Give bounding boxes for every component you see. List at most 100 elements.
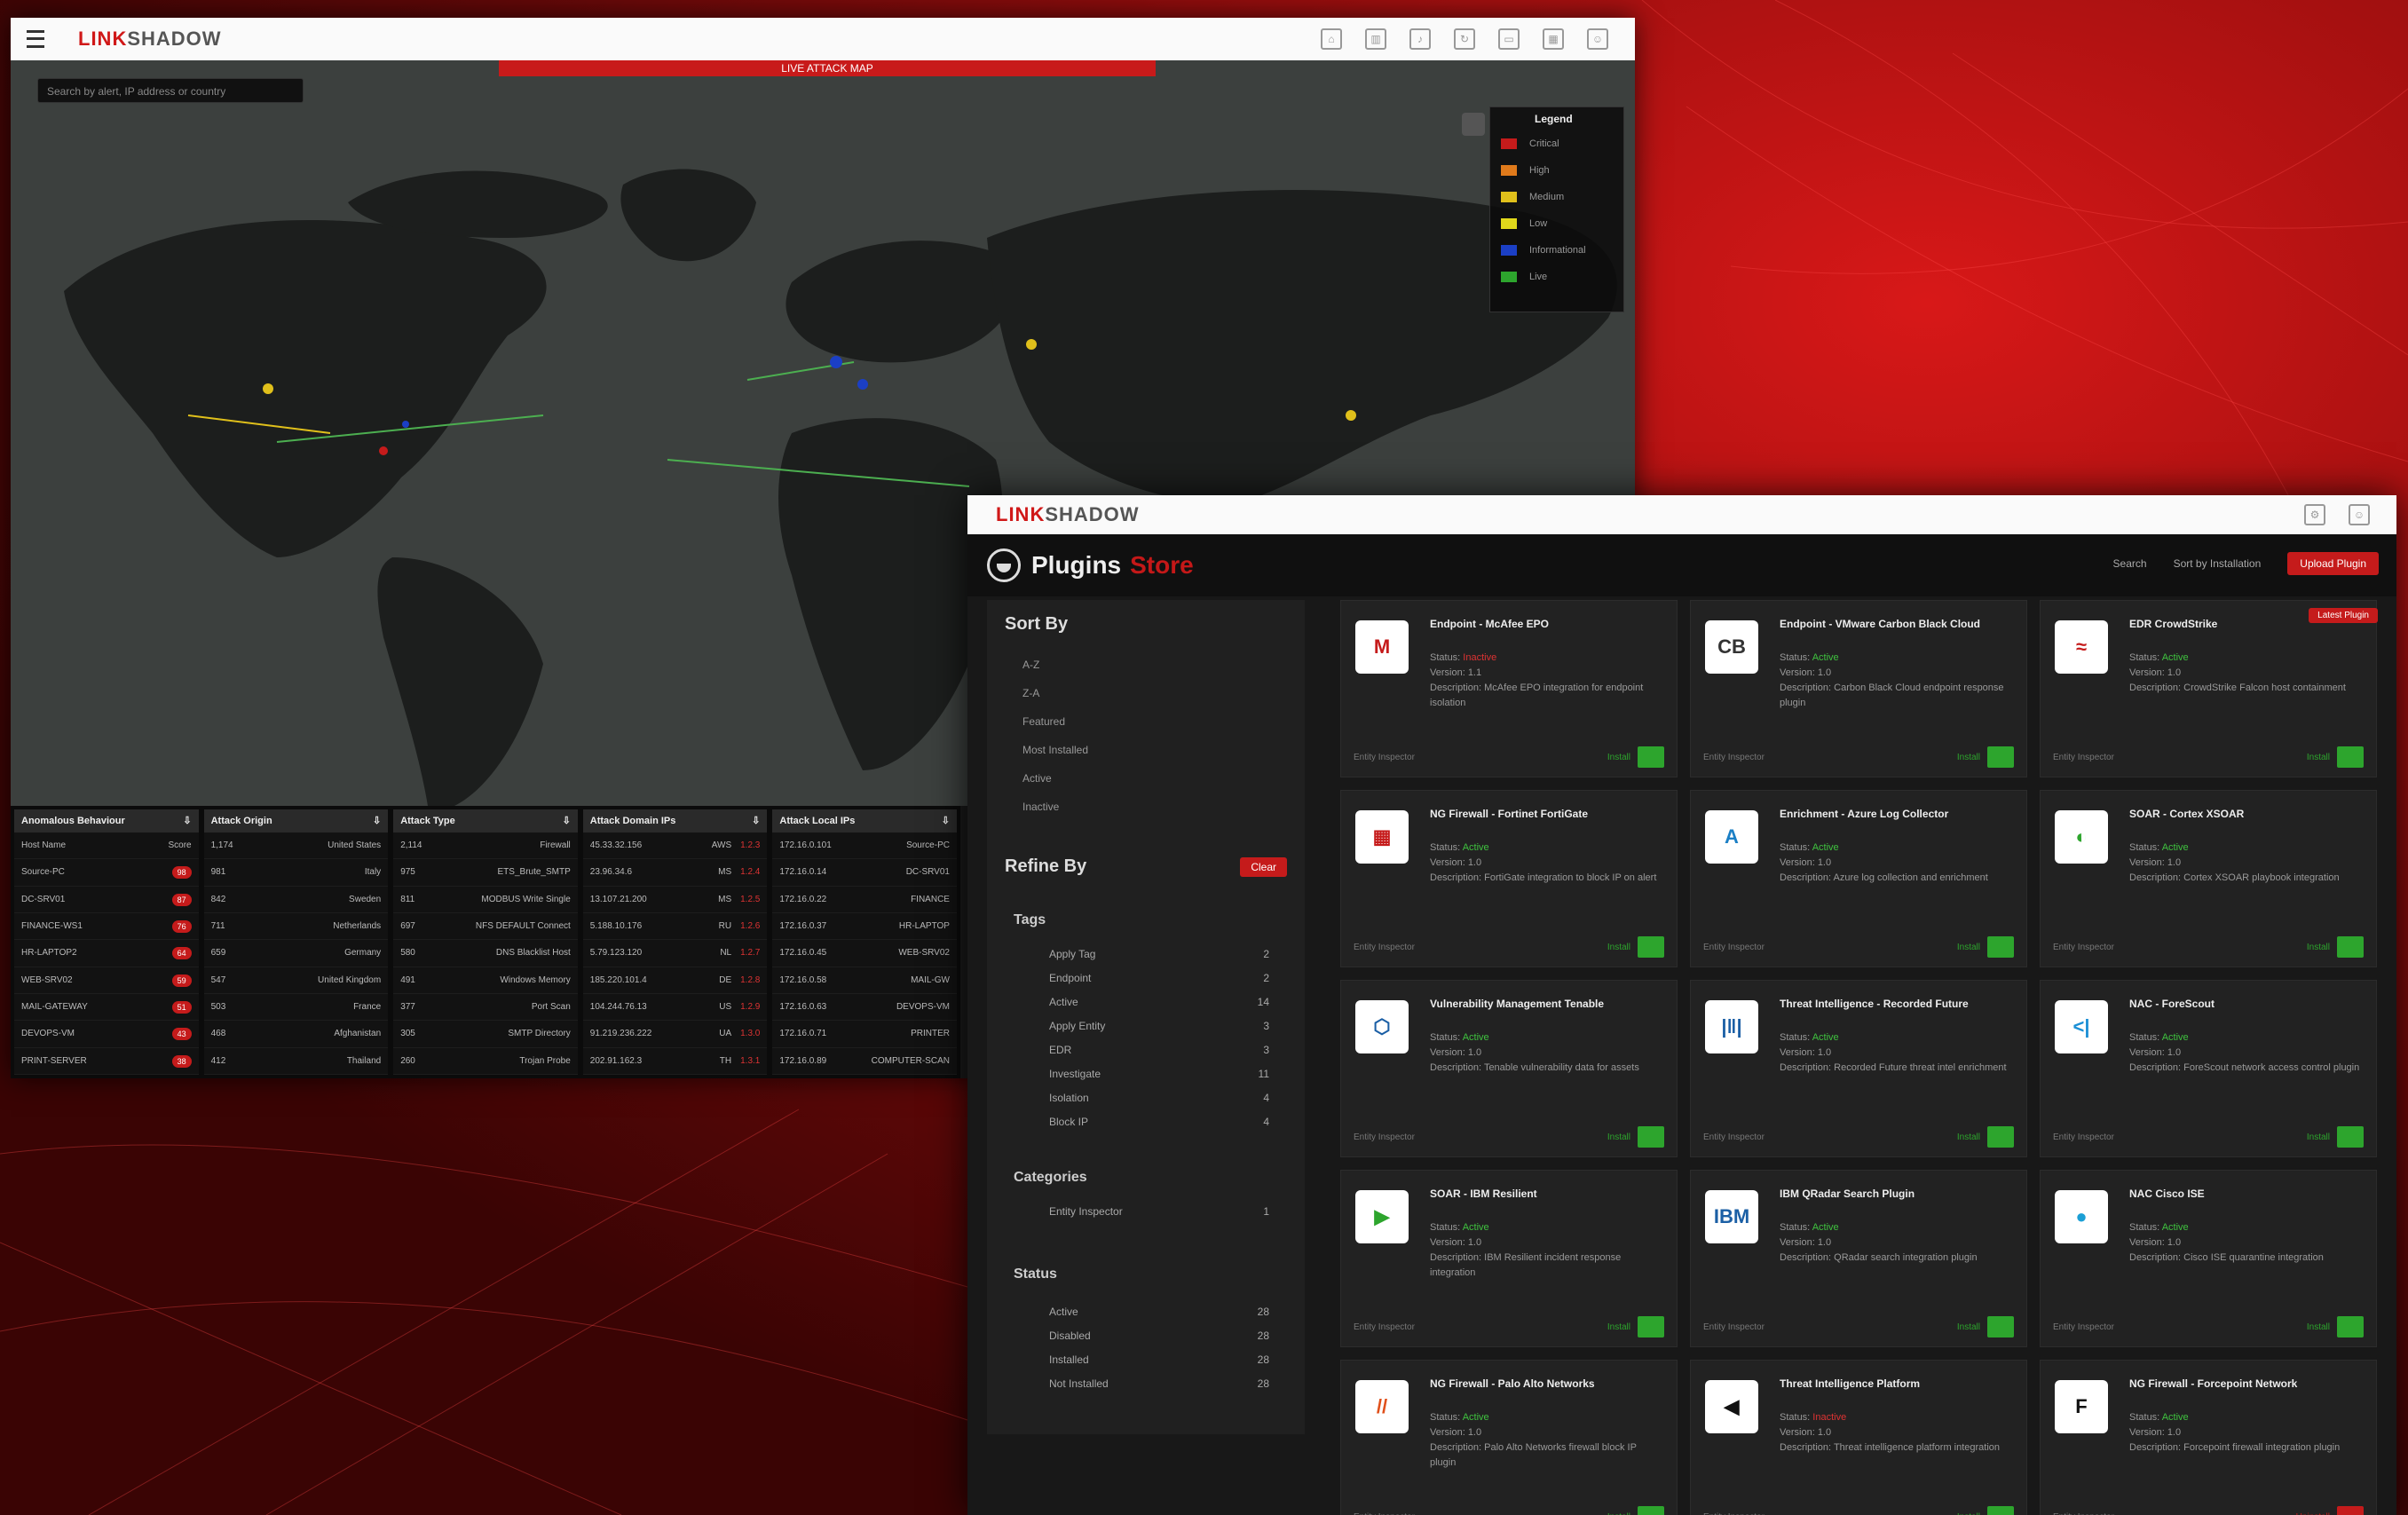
tag-filter[interactable]: Isolation 4 <box>987 1086 1305 1110</box>
table-row[interactable]: 659 Germany <box>203 940 389 967</box>
menu-icon[interactable] <box>27 30 44 48</box>
install-button[interactable] <box>1638 746 1664 768</box>
install-button[interactable] <box>1638 936 1664 958</box>
clear-filters-button[interactable]: Clear <box>1240 856 1287 877</box>
tag-filter[interactable]: Apply Entity 3 <box>987 1014 1305 1038</box>
plugin-card[interactable]: IBM IBM QRadar Search Plugin Status: Activ… <box>1690 1170 2027 1347</box>
status-filter[interactable]: Not Installed 28 <box>987 1372 1305 1396</box>
table-row[interactable]: 23.96.34.6 MS 1.2.4 <box>582 859 768 887</box>
status-filter[interactable]: Active 28 <box>987 1300 1305 1324</box>
table-row[interactable]: 842 Sweden <box>203 887 389 913</box>
install-button[interactable] <box>2337 1126 2364 1148</box>
table-row[interactable]: 491 Windows Memory <box>393 967 578 994</box>
table-row[interactable]: 202.91.162.3 TH 1.3.1 <box>582 1048 768 1075</box>
table-row[interactable]: 503 France <box>203 994 389 1022</box>
legend-item[interactable]: Live <box>1490 264 1623 290</box>
table-row[interactable]: 104.244.76.13 US 1.2.9 <box>582 994 768 1022</box>
tag-filter[interactable]: Endpoint 2 <box>987 967 1305 990</box>
install-button[interactable] <box>2337 1316 2364 1337</box>
table-row[interactable]: 377 Port Scan <box>393 994 578 1022</box>
table-row[interactable]: 172.16.0.71 PRINTER <box>772 1021 957 1048</box>
sort-option[interactable]: A-Z <box>987 651 1305 679</box>
install-button[interactable] <box>1987 1506 2014 1515</box>
plugin-card[interactable]: <| NAC - ForeScout Status: Active Version: … <box>2040 980 2377 1157</box>
sort-option[interactable]: Featured <box>987 707 1305 736</box>
linkshadow-logo[interactable]: LINKSHADOW <box>78 28 222 51</box>
table-row[interactable]: 1,174 United States <box>203 832 389 860</box>
table-row[interactable]: PRINT-SERVER 38 <box>14 1048 199 1075</box>
plugin-card[interactable]: ≈ EDR CrowdStrike Status: Active Version: 1… <box>2040 600 2378 777</box>
sort-option[interactable]: Z-A <box>987 679 1305 707</box>
plugin-card[interactable]: ▶ SOAR - IBM Resilient Status: Active Versi… <box>1340 1170 1678 1347</box>
linkshadow-logo[interactable]: LINKSHADOW <box>996 503 1140 526</box>
table-row[interactable]: Source-PC 98 <box>14 859 199 887</box>
table-row[interactable]: MAIL-GATEWAY 51 <box>14 994 199 1022</box>
table-row[interactable]: 5.188.10.176 RU 1.2.6 <box>582 913 768 941</box>
export-icon[interactable]: ⇩ <box>942 809 950 832</box>
install-button[interactable] <box>2337 936 2364 958</box>
monitor-icon[interactable]: ▭ <box>1498 28 1520 50</box>
install-button[interactable] <box>1987 936 2014 958</box>
table-row[interactable]: 981 Italy <box>203 859 389 887</box>
status-filter[interactable]: Disabled 28 <box>987 1324 1305 1348</box>
export-icon[interactable]: ⇩ <box>563 809 571 832</box>
tag-filter[interactable]: Investigate 11 <box>987 1062 1305 1086</box>
table-row[interactable]: 172.16.0.45 WEB-SRV02 <box>772 940 957 967</box>
table-row[interactable]: 172.16.0.37 HR-LAPTOP <box>772 913 957 941</box>
grid-icon[interactable]: ▦ <box>1543 28 1564 50</box>
install-button[interactable] <box>1987 746 2014 768</box>
plugin-card[interactable]: ● NAC Cisco ISE Status: Active Version: 1.0… <box>2040 1170 2377 1347</box>
table-row[interactable]: 172.16.0.63 DEVOPS-VM <box>772 994 957 1022</box>
table-row[interactable]: WEB-SRV02 59 <box>14 967 199 994</box>
table-row[interactable]: 711 Netherlands <box>203 913 389 941</box>
user-icon[interactable]: ☺ <box>2349 504 2370 525</box>
table-row[interactable]: DEVOPS-VM 43 <box>14 1021 199 1048</box>
plugin-card[interactable]: ▦ NG Firewall - Fortinet FortiGate Status:… <box>1340 790 1678 967</box>
tag-filter[interactable]: EDR 3 <box>987 1038 1305 1062</box>
table-row[interactable]: 45.33.32.156 AWS 1.2.3 <box>582 832 768 860</box>
plugin-card[interactable]: ◀ Threat Intelligence Platform Status: Ina… <box>1690 1360 2027 1515</box>
tag-filter[interactable]: Apply Tag 2 <box>987 943 1305 967</box>
table-row[interactable]: 468 Afghanistan <box>203 1021 389 1048</box>
plugin-card[interactable]: // NG Firewall - Palo Alto Networks Status… <box>1340 1360 1678 1515</box>
table-row[interactable]: 172.16.0.89 COMPUTER-SCAN <box>772 1048 957 1075</box>
settings-icon[interactable]: ⚙ <box>2304 504 2325 525</box>
table-row[interactable]: 811 MODBUS Write Single <box>393 887 578 913</box>
plugin-card[interactable]: A Enrichment - Azure Log Collector Status:… <box>1690 790 2027 967</box>
sort-option[interactable]: Inactive <box>987 793 1305 821</box>
install-button[interactable] <box>1638 1126 1664 1148</box>
table-row[interactable]: 91.219.236.222 UA 1.3.0 <box>582 1021 768 1048</box>
table-row[interactable]: 13.107.21.200 MS 1.2.5 <box>582 887 768 913</box>
refresh-icon[interactable]: ↻ <box>1454 28 1475 50</box>
install-button[interactable] <box>1987 1316 2014 1337</box>
table-row[interactable]: 172.16.0.22 FINANCE <box>772 887 957 913</box>
table-row[interactable]: 5.79.123.120 NL 1.2.7 <box>582 940 768 967</box>
export-icon[interactable]: ⇩ <box>752 809 760 832</box>
plugin-card[interactable]: F NG Firewall - Forcepoint Network Status:… <box>2040 1360 2377 1515</box>
table-row[interactable]: 172.16.0.58 MAIL-GW <box>772 967 957 994</box>
plugin-card[interactable]: ◐ SOAR - Cortex XSOAR Status: Active Versio… <box>2040 790 2377 967</box>
home-icon[interactable]: ⌂ <box>1321 28 1342 50</box>
map-search-input[interactable]: Search by alert, IP address or country <box>37 78 304 103</box>
install-button[interactable] <box>1638 1316 1664 1337</box>
install-button[interactable] <box>1987 1126 2014 1148</box>
chart-icon[interactable]: ▥ <box>1365 28 1386 50</box>
category-filter[interactable]: Entity Inspector 1 <box>987 1200 1305 1224</box>
table-row[interactable]: Host Name Score <box>14 832 199 860</box>
uninstall-button[interactable] <box>2337 1506 2364 1515</box>
table-row[interactable]: DC-SRV01 87 <box>14 887 199 913</box>
install-button[interactable] <box>2337 746 2364 768</box>
sort-option[interactable]: Most Installed <box>987 736 1305 764</box>
table-row[interactable]: 2,114 Firewall <box>393 832 578 860</box>
table-row[interactable]: 305 SMTP Directory <box>393 1021 578 1048</box>
sort-option[interactable]: Active <box>987 764 1305 793</box>
install-button[interactable] <box>1638 1506 1664 1515</box>
table-row[interactable]: 172.16.0.14 DC-SRV01 <box>772 859 957 887</box>
table-row[interactable]: FINANCE-WS1 76 <box>14 913 199 941</box>
plugin-card[interactable]: |‖| Threat Intelligence - Recorded Future… <box>1690 980 2027 1157</box>
tag-filter[interactable]: Block IP 4 <box>987 1110 1305 1134</box>
export-icon[interactable]: ⇩ <box>183 809 191 832</box>
export-icon[interactable]: ⇩ <box>373 809 381 832</box>
plugin-card[interactable]: ⬡ Vulnerability Management Tenable Status:… <box>1340 980 1678 1157</box>
search-link[interactable]: Search <box>2113 557 2147 570</box>
